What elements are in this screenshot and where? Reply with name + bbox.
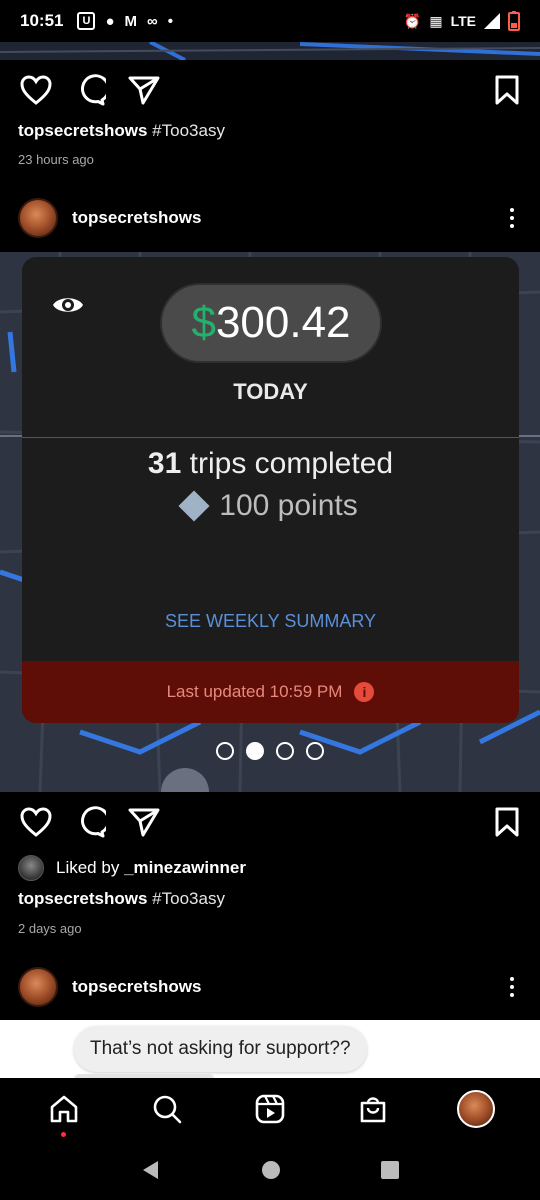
post-caption: topsecretshows #Too3asy (18, 889, 225, 909)
eye-icon[interactable] (52, 293, 84, 317)
earnings-card: $300.42 TODAY 31 trips completed 100 poi… (22, 257, 519, 723)
nav-reels[interactable] (245, 1084, 295, 1134)
caption-username[interactable]: topsecretshows (18, 889, 147, 908)
network-label: LTE (450, 13, 476, 29)
search-icon (153, 1095, 182, 1124)
previous-post-image (0, 42, 540, 60)
recents-icon[interactable] (380, 1160, 400, 1180)
liker-avatar[interactable] (18, 855, 44, 881)
post-image[interactable]: $300.42 TODAY 31 trips completed 100 poi… (0, 252, 540, 792)
like-heart-icon[interactable] (20, 807, 52, 837)
liked-by-prefix: Liked by (56, 858, 120, 877)
chat-icon: ● (105, 12, 115, 30)
nav-shop[interactable] (348, 1084, 398, 1134)
status-left-icons: U ● M ∞ • (77, 12, 173, 30)
post-actions (0, 792, 540, 852)
post-header: topsecretshows (0, 957, 540, 1017)
bookmark-icon[interactable] (494, 75, 520, 105)
earnings-period: TODAY (233, 379, 308, 404)
comment-icon[interactable] (74, 806, 106, 838)
points-row: 100 points (22, 489, 519, 523)
bottom-navigation (0, 1078, 540, 1140)
avatar[interactable] (18, 198, 58, 238)
trips-label: trips completed (189, 447, 394, 480)
status-right-icons: ⏰ ▦ LTE (404, 11, 520, 31)
earnings-value: 300.42 (215, 298, 351, 347)
post-actions (0, 60, 540, 120)
info-icon[interactable]: i (354, 682, 375, 702)
status-time: 10:51 (20, 11, 64, 30)
liked-by-row: Liked by _minezawinner (18, 855, 246, 881)
see-weekly-summary-link[interactable]: SEE WEEKLY SUMMARY (22, 611, 519, 632)
caption-hashtag[interactable]: #Too3asy (152, 889, 225, 908)
post-username[interactable]: topsecretshows (72, 208, 201, 228)
home-circle-icon[interactable] (261, 1160, 281, 1180)
gmail-icon: M (124, 12, 138, 30)
trips-completed: 31 trips completed (22, 447, 519, 481)
caption-username[interactable]: topsecretshows (18, 121, 147, 140)
nav-profile[interactable] (451, 1084, 501, 1134)
nav-home[interactable] (39, 1084, 89, 1137)
points-value: 100 points (219, 489, 358, 522)
liked-by-username[interactable]: _minezawinner (124, 858, 246, 878)
share-icon[interactable] (128, 75, 160, 105)
post-time-ago: 23 hours ago (18, 152, 94, 167)
signal-icon (484, 13, 500, 29)
carousel-dot (216, 742, 234, 760)
like-heart-icon[interactable] (20, 75, 52, 105)
back-icon[interactable] (140, 1159, 162, 1181)
caption-hashtag[interactable]: #Too3asy (152, 121, 225, 140)
notification-dot (60, 1132, 66, 1137)
post-username[interactable]: topsecretshows (72, 977, 201, 997)
carousel-dot-active (246, 742, 264, 760)
post-header: topsecretshows (0, 188, 540, 248)
battery-icon (508, 11, 520, 31)
post-time-ago: 2 days ago (18, 921, 82, 936)
share-icon[interactable] (128, 807, 160, 837)
last-updated-bar: Last updated 10:59 PM i (22, 661, 519, 723)
u-app-icon: U (77, 12, 96, 30)
last-updated-text: Last updated 10:59 PM (166, 682, 343, 701)
post-caption: topsecretshows #Too3asy (18, 121, 225, 141)
card-divider (22, 437, 519, 438)
home-icon (50, 1095, 77, 1123)
avatar[interactable] (18, 967, 58, 1007)
vibrate-icon: ▦ (429, 12, 443, 29)
shop-bag-icon (360, 1097, 386, 1123)
alarm-icon: ⏰ (403, 12, 422, 29)
earnings-amount: $300.42 (160, 283, 382, 363)
carousel-dot (276, 742, 294, 760)
voicemail-icon: ∞ (147, 12, 158, 30)
carousel-dot (306, 742, 324, 760)
system-navigation (0, 1140, 540, 1200)
carousel-indicator (0, 742, 540, 760)
comment-bubble: That’s not asking for support?? (74, 1026, 367, 1072)
status-bar: 10:51 U ● M ∞ • ⏰ ▦ LTE (0, 0, 540, 42)
profile-avatar (457, 1090, 496, 1128)
more-options-icon[interactable] (502, 208, 522, 228)
trips-count: 31 (147, 447, 182, 480)
diamond-icon (178, 490, 210, 522)
dot-icon: • (167, 12, 174, 30)
post-image[interactable]: That’s not asking for support?? (0, 1020, 540, 1078)
nav-search[interactable] (142, 1084, 192, 1134)
more-options-icon[interactable] (502, 977, 522, 997)
reels-icon (255, 1094, 285, 1124)
currency-symbol: $ (191, 298, 216, 347)
bookmark-icon[interactable] (494, 807, 520, 837)
comment-icon[interactable] (74, 74, 106, 106)
